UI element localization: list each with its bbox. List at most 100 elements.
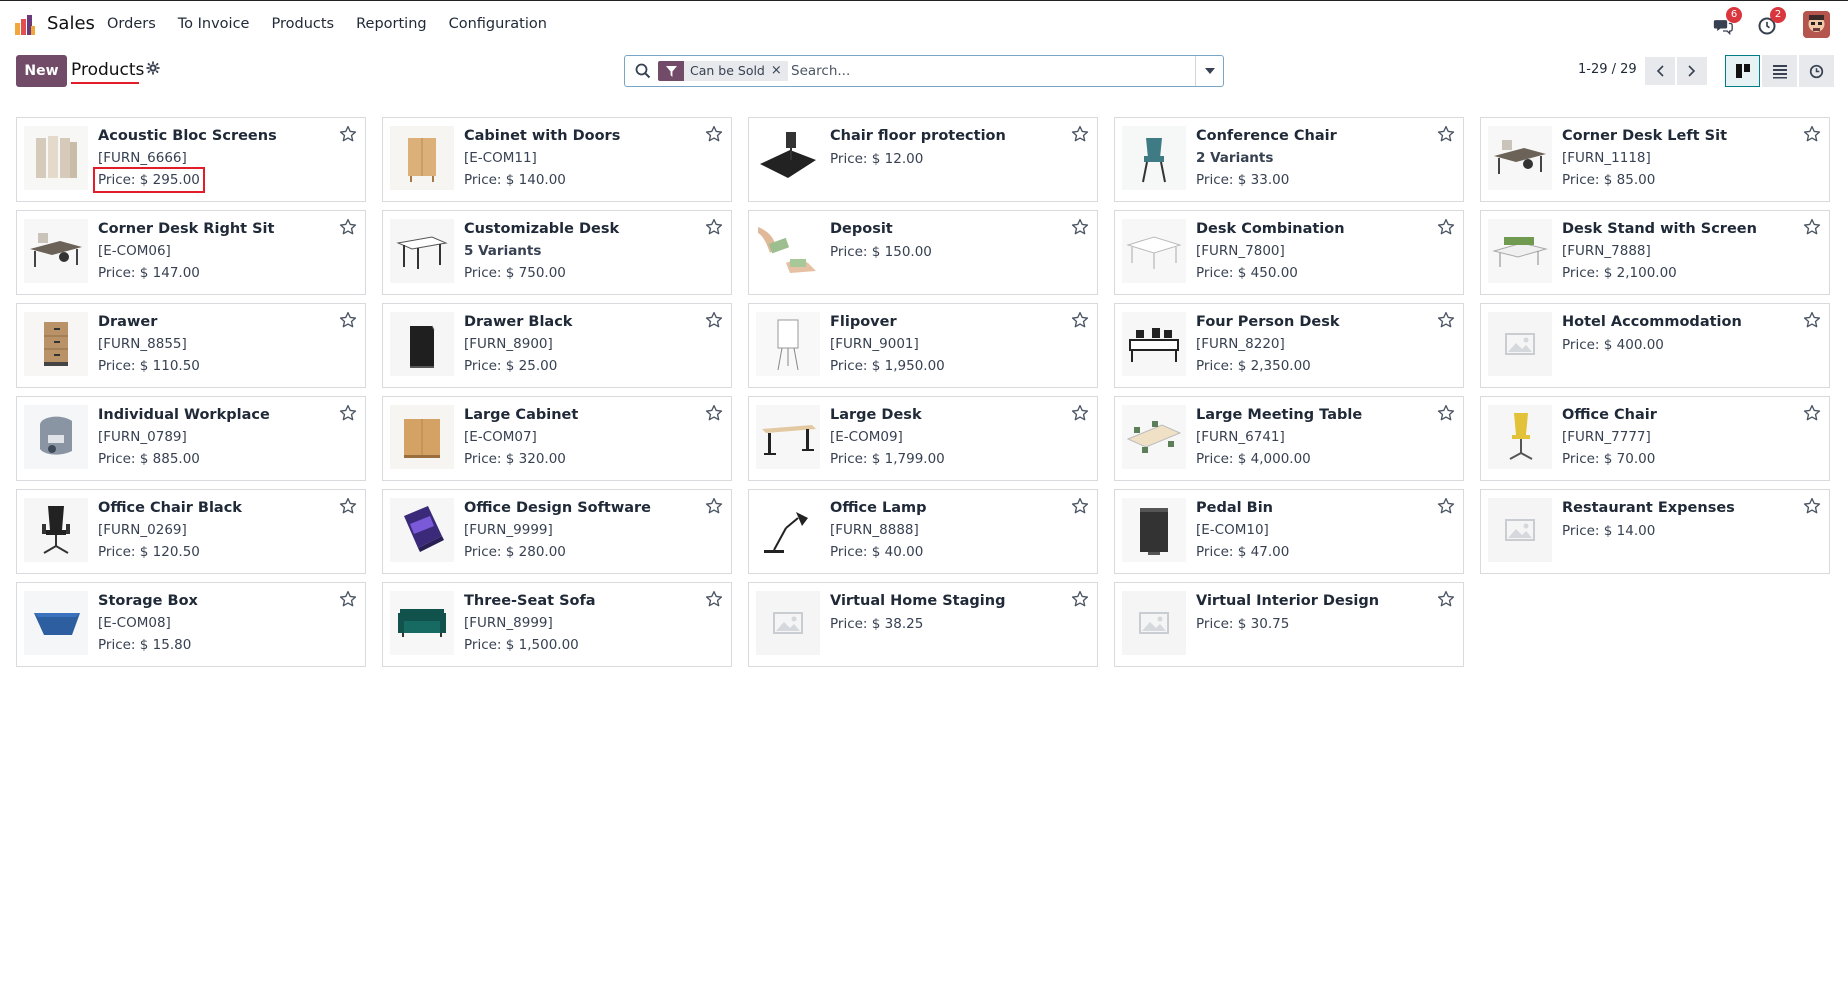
product-card[interactable]: Office Lamp [FURN_8888] Price: $ 40.00 <box>748 489 1098 574</box>
search-options-toggle[interactable] <box>1195 56 1223 86</box>
star-icon[interactable] <box>1437 125 1455 143</box>
star-icon[interactable] <box>1437 218 1455 236</box>
product-price: Price: $ 295.00 <box>93 167 205 193</box>
product-card[interactable]: Three-Seat Sofa [FURN_8999] Price: $ 1,5… <box>382 582 732 667</box>
product-card[interactable]: Large Cabinet [E-COM07] Price: $ 320.00 <box>382 396 732 481</box>
product-image <box>756 405 820 469</box>
star-icon[interactable] <box>1437 311 1455 329</box>
search-icon[interactable] <box>635 63 651 79</box>
star-icon[interactable] <box>1071 125 1089 143</box>
product-card[interactable]: Large Desk [E-COM09] Price: $ 1,799.00 <box>748 396 1098 481</box>
star-icon[interactable] <box>1071 311 1089 329</box>
star-icon[interactable] <box>705 311 723 329</box>
star-icon[interactable] <box>1437 590 1455 608</box>
product-price: Price: $ 15.80 <box>98 637 192 653</box>
product-card[interactable]: Drawer [FURN_8855] Price: $ 110.50 <box>16 303 366 388</box>
menu-reporting[interactable]: Reporting <box>356 16 427 32</box>
product-card-body: Storage Box [E-COM08] Price: $ 15.80 <box>98 591 343 655</box>
menu-products[interactable]: Products <box>271 16 334 32</box>
star-icon[interactable] <box>1437 404 1455 422</box>
new-button[interactable]: New <box>16 55 67 87</box>
pager-next[interactable] <box>1677 57 1707 85</box>
product-card[interactable]: Four Person Desk [FURN_8220] Price: $ 2,… <box>1114 303 1464 388</box>
product-card[interactable]: Desk Combination [FURN_7800] Price: $ 45… <box>1114 210 1464 295</box>
product-card[interactable]: Restaurant Expenses Price: $ 14.00 <box>1480 489 1830 574</box>
activity-button[interactable]: 2 <box>1756 7 1786 39</box>
product-price: Price: $ 450.00 <box>1196 265 1298 281</box>
product-card[interactable]: Individual Workplace [FURN_0789] Price: … <box>16 396 366 481</box>
pager-previous[interactable] <box>1645 57 1675 85</box>
star-icon[interactable] <box>339 311 357 329</box>
product-price: Price: $ 750.00 <box>464 265 566 281</box>
search-input[interactable] <box>791 61 1171 81</box>
product-card[interactable]: Chair floor protection Price: $ 12.00 <box>748 117 1098 202</box>
star-icon[interactable] <box>705 218 723 236</box>
pager-value[interactable]: 1-29 / 29 <box>1578 62 1637 77</box>
star-icon[interactable] <box>1803 311 1821 329</box>
product-card[interactable]: Drawer Black [FURN_8900] Price: $ 25.00 <box>382 303 732 388</box>
product-card[interactable]: Acoustic Bloc Screens [FURN_6666] Price:… <box>16 117 366 202</box>
product-reference: [FURN_8220] <box>1196 336 1285 352</box>
star-icon[interactable] <box>1071 590 1089 608</box>
star-icon[interactable] <box>339 404 357 422</box>
star-icon[interactable] <box>1803 125 1821 143</box>
star-icon[interactable] <box>339 497 357 515</box>
user-avatar[interactable] <box>1803 11 1830 38</box>
menu-to-invoice[interactable]: To Invoice <box>178 16 250 32</box>
star-icon[interactable] <box>339 590 357 608</box>
menu-configuration[interactable]: Configuration <box>449 16 547 32</box>
product-card[interactable]: Office Chair Black [FURN_0269] Price: $ … <box>16 489 366 574</box>
star-icon[interactable] <box>1437 497 1455 515</box>
star-icon[interactable] <box>705 404 723 422</box>
app-name[interactable]: Sales <box>47 13 95 34</box>
product-card[interactable]: Storage Box [E-COM08] Price: $ 15.80 <box>16 582 366 667</box>
product-card[interactable]: Deposit Price: $ 150.00 <box>748 210 1098 295</box>
product-price: Price: $ 120.50 <box>98 544 200 560</box>
star-icon[interactable] <box>705 497 723 515</box>
product-price: Price: $ 85.00 <box>1562 172 1656 188</box>
star-icon[interactable] <box>705 125 723 143</box>
product-card[interactable]: Conference Chair 2 Variants Price: $ 33.… <box>1114 117 1464 202</box>
gear-icon[interactable] <box>146 61 160 75</box>
product-card[interactable]: Cabinet with Doors [E-COM11] Price: $ 14… <box>382 117 732 202</box>
star-icon[interactable] <box>1071 497 1089 515</box>
product-reference: [E-COM11] <box>464 150 537 166</box>
star-icon[interactable] <box>1803 218 1821 236</box>
product-card[interactable]: Virtual Home Staging Price: $ 38.25 <box>748 582 1098 667</box>
star-icon[interactable] <box>339 218 357 236</box>
messages-button[interactable]: 6 <box>1712 7 1742 39</box>
activity-view-button[interactable] <box>1799 55 1834 87</box>
star-icon[interactable] <box>1803 497 1821 515</box>
product-name: Conference Chair <box>1196 128 1337 144</box>
product-card[interactable]: Pedal Bin [E-COM10] Price: $ 47.00 <box>1114 489 1464 574</box>
product-price: Price: $ 885.00 <box>98 451 200 467</box>
star-icon[interactable] <box>705 590 723 608</box>
star-icon[interactable] <box>1071 218 1089 236</box>
product-card[interactable]: Office Chair [FURN_7777] Price: $ 70.00 <box>1480 396 1830 481</box>
product-card-body: Three-Seat Sofa [FURN_8999] Price: $ 1,5… <box>464 591 709 655</box>
kanban-view-button[interactable] <box>1725 55 1760 87</box>
product-image <box>756 312 820 376</box>
product-image <box>390 219 454 283</box>
star-icon[interactable] <box>1803 404 1821 422</box>
product-card-body: Large Meeting Table [FURN_6741] Price: $… <box>1196 405 1441 469</box>
filter-remove-icon[interactable]: × <box>770 61 788 81</box>
product-card[interactable]: Desk Stand with Screen [FURN_7888] Price… <box>1480 210 1830 295</box>
product-card[interactable]: Flipover [FURN_9001] Price: $ 1,950.00 <box>748 303 1098 388</box>
star-icon[interactable] <box>339 125 357 143</box>
product-card[interactable]: Corner Desk Left Sit [FURN_1118] Price: … <box>1480 117 1830 202</box>
menu-orders[interactable]: Orders <box>107 16 156 32</box>
product-name: Office Chair Black <box>98 500 242 516</box>
product-card[interactable]: Hotel Accommodation Price: $ 400.00 <box>1480 303 1830 388</box>
product-card[interactable]: Corner Desk Right Sit [E-COM06] Price: $… <box>16 210 366 295</box>
product-card[interactable]: Office Design Software [FURN_9999] Price… <box>382 489 732 574</box>
title-highlight-underline <box>71 82 139 84</box>
product-card[interactable]: Large Meeting Table [FURN_6741] Price: $… <box>1114 396 1464 481</box>
star-icon[interactable] <box>1071 404 1089 422</box>
product-image <box>390 126 454 190</box>
product-reference: [E-COM06] <box>98 243 171 259</box>
product-card[interactable]: Virtual Interior Design Price: $ 30.75 <box>1114 582 1464 667</box>
sales-app-icon[interactable] <box>14 14 36 36</box>
product-card[interactable]: Customizable Desk 5 Variants Price: $ 75… <box>382 210 732 295</box>
list-view-button[interactable] <box>1762 55 1797 87</box>
